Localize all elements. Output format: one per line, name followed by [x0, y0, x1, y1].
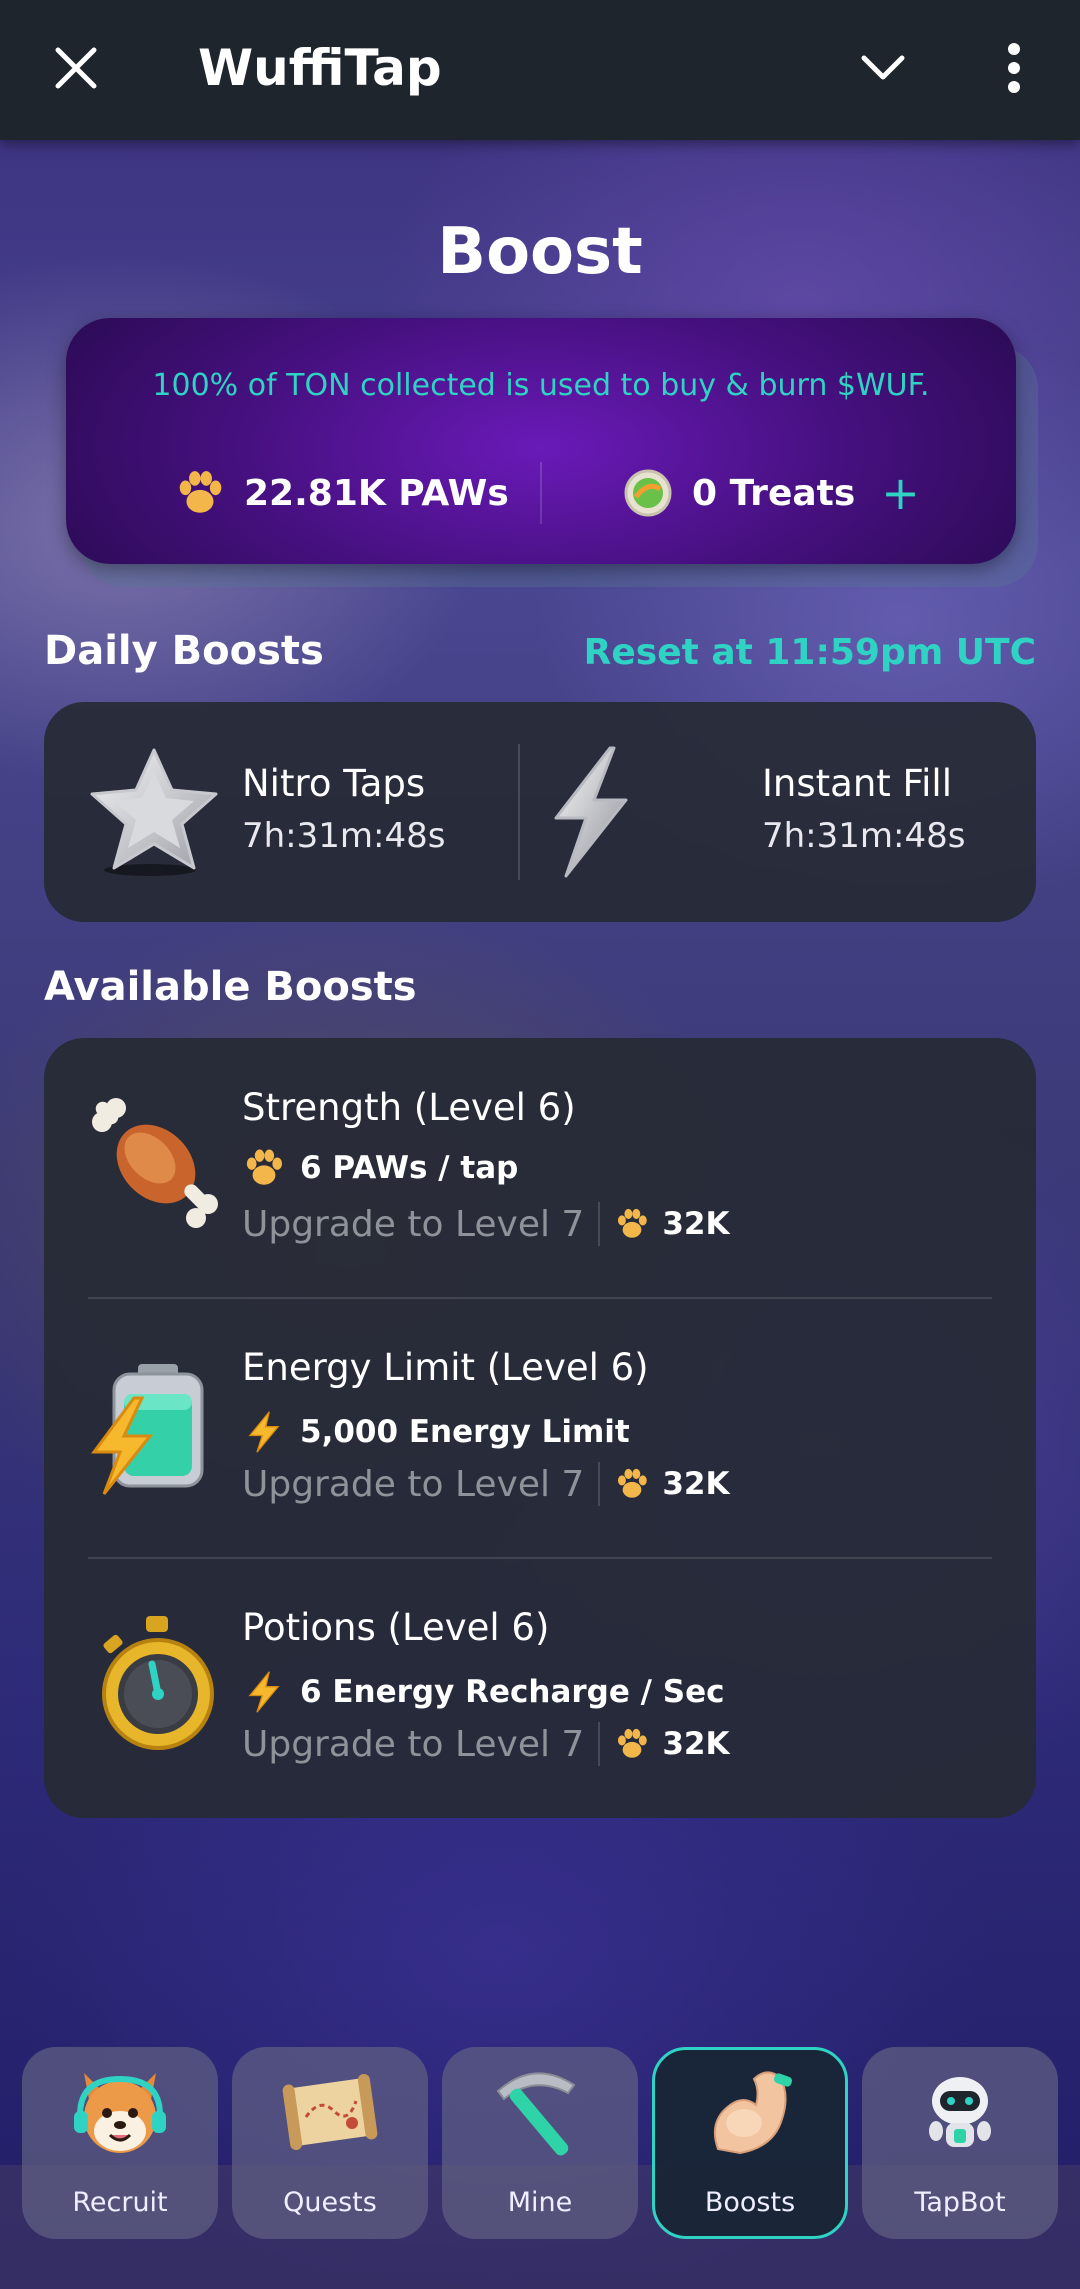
boost-effect: 5,000 Energy Limit: [242, 1406, 630, 1458]
boost-energy-limit[interactable]: Energy Limit (Level 6) 5,000 Energy Limi…: [44, 1298, 1036, 1558]
nav-label: Quests: [283, 2187, 377, 2218]
robot-icon: [929, 2077, 991, 2147]
boost-name: Potions (Level 6): [242, 1606, 550, 1649]
treats-balance: 0 Treats +: [622, 458, 920, 528]
daily-boost-name: Nitro Taps: [242, 762, 426, 805]
divider: [598, 1202, 601, 1246]
boost-effect-text: 6 Energy Recharge / Sec: [300, 1674, 725, 1710]
daily-boost-instant-fill[interactable]: Instant Fill 7h:31m:48s: [520, 702, 1036, 922]
boost-effect-text: 5,000 Energy Limit: [300, 1414, 630, 1450]
divider: [598, 1462, 601, 1506]
daily-boosts-card: Nitro Taps 7h:31m:48s Instant Fill 7h:31…: [44, 702, 1036, 922]
star-icon: [90, 748, 218, 876]
upgrade-cost: 32K: [662, 1726, 730, 1762]
boost-effect-text: 6 PAWs / tap: [300, 1150, 519, 1186]
upgrade-label: Upgrade to Level 7: [242, 1723, 585, 1765]
treats-balance-value: 0 Treats: [692, 472, 856, 514]
lightning-icon: [242, 1666, 286, 1718]
page-title: Boost: [437, 215, 643, 289]
treat-icon: [624, 469, 672, 517]
available-boosts-card: Strength (Level 6) 6 PAWs / tap Upgrade …: [44, 1038, 1036, 1818]
daily-boost-timer: 7h:31m:48s: [762, 816, 966, 856]
reset-time-text: Reset at 11:59pm UTC: [583, 632, 1036, 673]
collapse-button[interactable]: [848, 36, 918, 100]
flexed-arm-icon: [714, 2071, 793, 2155]
add-treats-button[interactable]: +: [881, 470, 920, 516]
upgrade-cost: 32K: [662, 1466, 730, 1502]
divider: [598, 1722, 601, 1766]
paw-icon: [614, 1726, 650, 1762]
upgrade-cost: 32K: [662, 1206, 730, 1242]
boost-upgrade-info: Upgrade to Level 7 32K: [242, 1722, 730, 1766]
burn-info-text: 100% of TON collected is used to buy & b…: [152, 368, 930, 403]
boost-name: Strength (Level 6): [242, 1086, 576, 1129]
paws-balance-value: 22.81K PAWs: [244, 472, 509, 514]
nav-label: Mine: [507, 2187, 573, 2218]
divider: [540, 462, 542, 524]
boost-name: Energy Limit (Level 6): [242, 1346, 649, 1389]
upgrade-label: Upgrade to Level 7: [242, 1203, 585, 1245]
paw-icon: [614, 1466, 650, 1502]
nav-label: Recruit: [72, 2187, 168, 2218]
boost-potions[interactable]: Potions (Level 6) 6 Energy Recharge / Se…: [44, 1558, 1036, 1818]
paw-icon: [174, 467, 226, 519]
lightning-icon: [554, 746, 628, 878]
nav-label: TapBot: [914, 2187, 1006, 2218]
close-icon: [55, 47, 97, 89]
upgrade-label: Upgrade to Level 7: [242, 1463, 585, 1505]
battery-icon: [91, 1364, 204, 1495]
more-options-button[interactable]: [986, 36, 1042, 100]
meat-bone-icon: [92, 1098, 218, 1228]
boost-effect: 6 Energy Recharge / Sec: [242, 1666, 725, 1718]
boost-strength[interactable]: Strength (Level 6) 6 PAWs / tap Upgrade …: [44, 1038, 1036, 1298]
nav-quests[interactable]: Quests: [232, 2047, 428, 2239]
top-bar: WuffiTap: [0, 0, 1080, 140]
close-button[interactable]: [44, 36, 108, 100]
daily-boost-timer: 7h:31m:48s: [242, 816, 446, 856]
app-title: WuffiTap: [198, 39, 442, 97]
stopwatch-icon: [102, 1616, 214, 1750]
available-boosts-title: Available Boosts: [44, 964, 417, 1010]
nav-label: Boosts: [704, 2187, 796, 2218]
daily-boost-name: Instant Fill: [762, 762, 952, 805]
nav-boosts[interactable]: Boosts: [652, 2047, 848, 2239]
map-scroll-icon: [282, 2073, 378, 2151]
burn-info-card: 100% of TON collected is used to buy & b…: [66, 318, 1016, 564]
nav-tapbot[interactable]: TapBot: [862, 2047, 1058, 2239]
nav-mine[interactable]: Mine: [442, 2047, 638, 2239]
boost-upgrade-info: Upgrade to Level 7 32K: [242, 1462, 730, 1506]
paw-icon: [242, 1146, 286, 1190]
paw-icon: [614, 1206, 650, 1242]
nav-recruit[interactable]: Recruit: [22, 2047, 218, 2239]
daily-boosts-title: Daily Boosts: [44, 628, 324, 674]
paws-balance: 22.81K PAWs: [174, 458, 509, 528]
pickaxe-icon: [496, 2072, 576, 2156]
more-vertical-icon: [1008, 43, 1020, 93]
lightning-icon: [242, 1406, 286, 1458]
daily-boost-nitro-taps[interactable]: Nitro Taps 7h:31m:48s: [44, 702, 514, 922]
chevron-down-icon: [861, 55, 905, 80]
boost-effect: 6 PAWs / tap: [242, 1146, 518, 1190]
shiba-dog-icon: [74, 2073, 166, 2153]
boost-upgrade-info: Upgrade to Level 7 32K: [242, 1202, 730, 1246]
